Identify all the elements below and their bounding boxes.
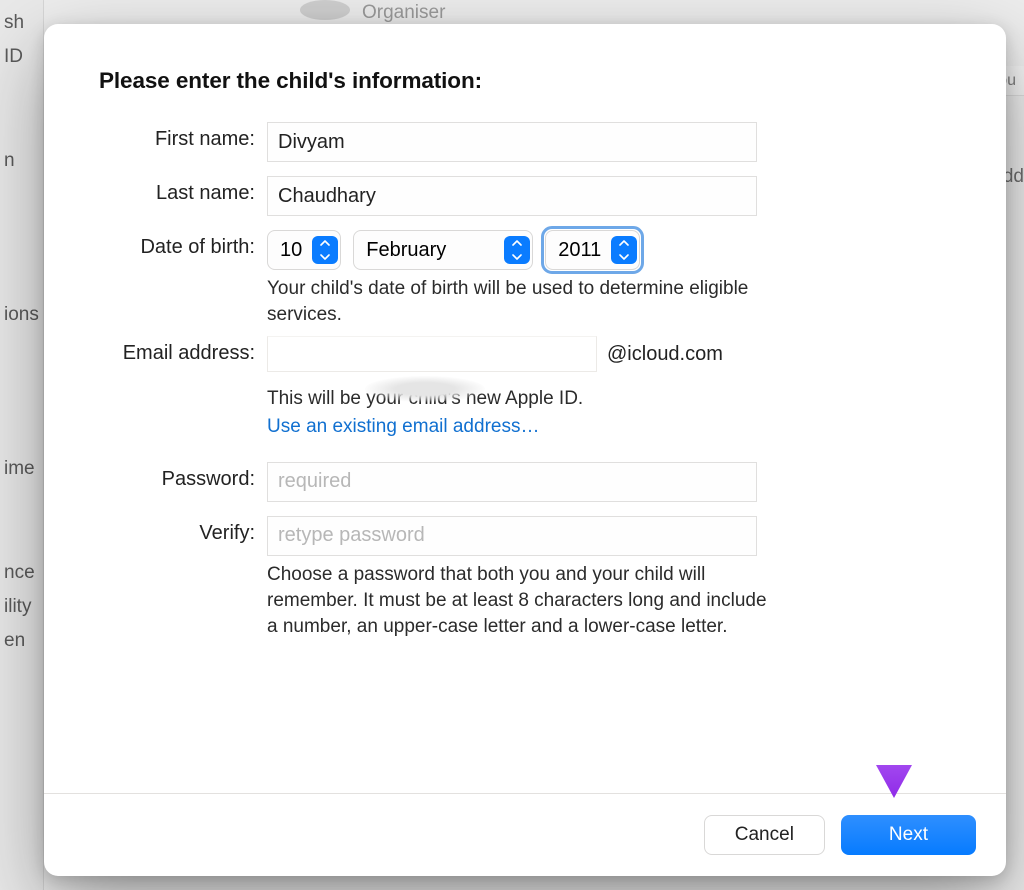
dob-label: Date of birth: bbox=[99, 230, 267, 259]
dob-helper-text: Your child's date of birth will be used … bbox=[267, 276, 757, 328]
dialog-footer: Cancel Next bbox=[44, 793, 1006, 876]
password-helper-text: Choose a password that both you and your… bbox=[267, 562, 777, 641]
verify-label: Verify: bbox=[99, 516, 267, 545]
last-name-label: Last name: bbox=[99, 176, 267, 205]
email-label: Email address: bbox=[99, 336, 267, 365]
organiser-label: Organiser bbox=[362, 2, 445, 24]
dob-year-select[interactable]: 2011 bbox=[545, 230, 640, 270]
stepper-icon bbox=[611, 236, 637, 264]
dob-month-select[interactable]: February bbox=[353, 230, 533, 270]
child-info-dialog: Please enter the child's information: Fi… bbox=[44, 24, 1006, 876]
email-local-input[interactable] bbox=[267, 336, 597, 372]
dob-month-value: February bbox=[366, 239, 494, 262]
email-helper-text: This will be your child's new Apple ID. bbox=[267, 386, 757, 412]
next-button[interactable]: Next bbox=[841, 815, 976, 855]
dob-day-select[interactable]: 10 bbox=[267, 230, 341, 270]
password-input[interactable] bbox=[267, 462, 757, 502]
password-label: Password: bbox=[99, 462, 267, 491]
verify-password-input[interactable] bbox=[267, 516, 757, 556]
first-name-input[interactable] bbox=[267, 122, 757, 162]
stepper-icon bbox=[312, 236, 338, 264]
dialog-title: Please enter the child's information: bbox=[99, 68, 951, 94]
email-domain-suffix: @icloud.com bbox=[607, 343, 723, 366]
app-sidebar-fragment: shIDn ions ime nceilityen bbox=[0, 0, 44, 890]
first-name-label: First name: bbox=[99, 122, 267, 151]
dob-year-value: 2011 bbox=[558, 239, 601, 262]
use-existing-email-link[interactable]: Use an existing email address… bbox=[267, 416, 539, 438]
cancel-button[interactable]: Cancel bbox=[704, 815, 825, 855]
dob-day-value: 10 bbox=[280, 239, 302, 262]
last-name-input[interactable] bbox=[267, 176, 757, 216]
avatar bbox=[300, 0, 350, 20]
stepper-icon bbox=[504, 236, 530, 264]
